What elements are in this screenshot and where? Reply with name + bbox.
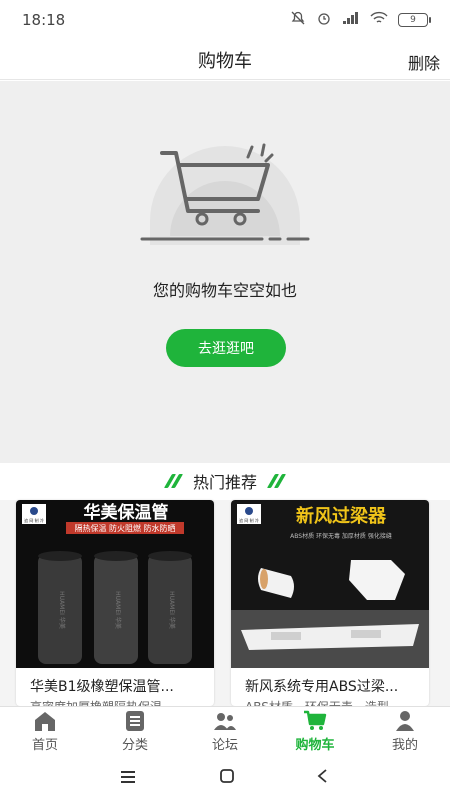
tab-label: 我的 [391,738,418,753]
battery-level: 9 [410,15,416,25]
image-brand: HUAMEI 华美 [168,591,176,629]
product-title: 新风系统专用ABS过梁... [245,679,399,695]
home-square-icon[interactable] [219,768,235,789]
product-title: 华美B1级橡塑保温管... [30,679,174,695]
product-image: 追 网 制 冷 华美保温管 隔热保温 防火阻燃 防水防晒 HUAMEI 华美 H… [16,500,214,668]
product-subtitle: 高密度加厚橡塑隔热保温 [30,698,208,706]
image-brand: HUAMEI 华美 [58,591,66,629]
status-time: 18:18 [22,11,66,29]
empty-cart-area: 您的购物车空空如也 去逛逛吧 [0,81,450,463]
tab-home[interactable]: 首页 [0,707,90,756]
empty-cart-message: 您的购物车空空如也 [152,281,297,300]
product-card[interactable]: 追 网 制 冷 新风过梁器 ABS材质 环保无毒 加厚材质 强化接缝 新风系统专… [231,500,429,706]
back-icon[interactable] [316,768,330,789]
page-header: 购物车 删除 [0,40,450,80]
image-badge: 追 网 制 冷 [24,517,44,523]
system-nav-bar [0,756,450,800]
bottom-tab-bar: 首页 分类 论坛 购物车 我的 [0,706,450,756]
image-badge: 追 网 制 冷 [239,517,259,523]
status-bar: 18:18 9 [0,0,450,40]
status-icons: 9 [290,10,431,30]
cart-icon [304,710,327,730]
signal-icon [342,11,360,29]
product-card[interactable]: 追 网 制 冷 华美保温管 隔热保温 防火阻燃 防水防晒 HUAMEI 华美 H… [16,500,214,706]
empty-cart-illustration [140,143,310,245]
menu-icon[interactable] [120,768,138,789]
decor-slash-icon [163,474,184,488]
image-tagline: 隔热保温 防火阻燃 防水防晒 [74,523,175,533]
wifi-icon [370,11,388,29]
tab-cart[interactable]: 购物车 [270,707,360,756]
tab-label: 论坛 [211,738,238,753]
user-icon [396,711,414,731]
tab-label: 购物车 [295,738,335,753]
decor-slash-icon [266,474,287,488]
product-subtitle: ABS材质，环保无毒，造型 [245,698,423,706]
list-icon [126,711,144,731]
hot-recommend-header: 热门推荐 [0,463,450,499]
hot-recommend-title: 热门推荐 [192,473,257,492]
home-icon [35,712,55,731]
alarm-icon [316,10,332,30]
image-heading: 新风过梁器 [296,505,387,527]
image-tagline: ABS材质 环保无毒 加厚材质 强化接缝 [290,532,392,540]
tab-category[interactable]: 分类 [90,707,180,756]
tab-label: 分类 [121,738,148,753]
product-image: 追 网 制 冷 新风过梁器 ABS材质 环保无毒 加厚材质 强化接缝 [231,500,429,668]
tab-mine[interactable]: 我的 [360,707,450,756]
image-brand: HUAMEI 华美 [114,591,122,629]
go-shopping-button[interactable]: 去逛逛吧 [166,329,286,367]
tab-forum[interactable]: 论坛 [180,707,270,756]
people-icon [214,713,236,730]
product-grid: 追 网 制 冷 华美保温管 隔热保温 防火阻燃 防水防晒 HUAMEI 华美 H… [0,500,450,706]
delete-button[interactable]: 删除 [408,50,440,74]
tab-label: 首页 [31,738,58,753]
battery-icon: 9 [398,13,431,27]
mute-icon [290,10,306,30]
image-heading: 华美保温管 [84,502,169,523]
page-title: 购物车 [198,50,252,72]
